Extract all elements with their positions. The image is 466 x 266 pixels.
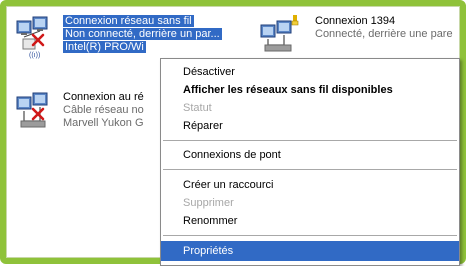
- menu-separator: [163, 235, 457, 236]
- connection-1394[interactable]: Connexion 1394 Connecté, derrière une pa…: [259, 15, 459, 61]
- context-menu: Désactiver Afficher les réseaux sans fil…: [160, 58, 460, 266]
- connection-1394-text: Connexion 1394 Connecté, derrière une pa…: [315, 15, 453, 41]
- menu-item-creer-raccourci[interactable]: Créer un raccourci: [161, 175, 459, 195]
- menu-separator: [163, 140, 457, 141]
- lan-disconnected-icon: [13, 91, 59, 135]
- connection-lan-text: Connexion au ré Câble réseau no Marvell …: [63, 91, 144, 130]
- connection-name: Connexion réseau sans fil: [63, 15, 194, 27]
- svg-text:((ı)): ((ı)): [29, 52, 40, 59]
- menu-item-connexions-pont[interactable]: Connexions de pont: [161, 145, 459, 165]
- connection-status: Câble réseau no: [63, 104, 144, 116]
- menu-item-reparer[interactable]: Réparer: [161, 116, 459, 136]
- menu-item-proprietes[interactable]: Propriétés: [161, 241, 459, 261]
- menu-item-statut: Statut: [183, 102, 212, 114]
- connection-status: Non connecté, derrière un par...: [63, 28, 222, 40]
- connection-wireless[interactable]: ((ı)) Connexion réseau sans fil Non conn…: [13, 15, 253, 61]
- connection-name: Connexion 1394: [315, 15, 396, 27]
- menu-item-supprimer: Supprimer: [183, 197, 234, 209]
- connection-lan[interactable]: Connexion au ré Câble réseau no Marvell …: [13, 91, 163, 137]
- connection-wireless-text: Connexion réseau sans fil Non connecté, …: [62, 15, 222, 54]
- menu-item-afficher-reseaux[interactable]: Afficher les réseaux sans fil disponible…: [161, 80, 459, 100]
- connection-name: Connexion au ré: [63, 91, 144, 103]
- network-connection-icon: [259, 15, 305, 59]
- menu-separator: [163, 169, 457, 170]
- wireless-network-disconnected-icon: ((ı)): [13, 15, 59, 59]
- menu-item-desactiver[interactable]: Désactiver: [161, 62, 459, 82]
- connection-device: Intel(R) PRO/Wi: [62, 40, 147, 54]
- connection-status: Connecté, derrière une pare: [315, 28, 453, 40]
- connection-device: Marvell Yukon G: [63, 117, 144, 129]
- menu-item-renommer[interactable]: Renommer: [161, 211, 459, 231]
